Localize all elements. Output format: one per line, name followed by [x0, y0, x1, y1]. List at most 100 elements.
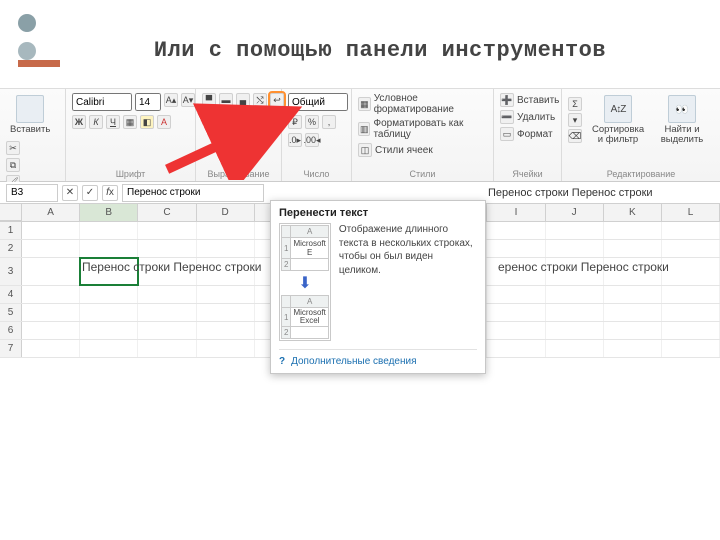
italic-button[interactable]: К — [89, 115, 103, 129]
fill-color-button[interactable]: ◧ — [140, 115, 154, 129]
col-header-J[interactable]: J — [546, 204, 604, 221]
align-right-icon[interactable]: ≡ — [236, 111, 250, 125]
cell-K6[interactable] — [604, 322, 662, 339]
align-middle-icon[interactable]: ▬ — [219, 93, 233, 107]
insert-cells-button[interactable]: ➕Вставить — [500, 93, 559, 107]
cell-J1[interactable] — [546, 222, 604, 239]
align-top-icon[interactable]: ▀ — [202, 93, 216, 107]
cell-I6[interactable] — [487, 322, 545, 339]
cell-D4[interactable] — [197, 286, 255, 303]
cell-B4[interactable] — [80, 286, 138, 303]
orientation-icon[interactable]: ⤭ — [253, 93, 267, 107]
cell-D6[interactable] — [197, 322, 255, 339]
cell-L1[interactable] — [662, 222, 720, 239]
border-button[interactable]: ▦ — [123, 115, 137, 129]
row-header-5[interactable]: 5 — [0, 304, 22, 321]
cell-J5[interactable] — [546, 304, 604, 321]
cell-A6[interactable] — [22, 322, 80, 339]
col-header-B[interactable]: B — [80, 204, 138, 221]
copy-icon[interactable]: ⧉ — [6, 158, 20, 172]
cell-A3[interactable] — [22, 258, 80, 285]
cell-L3[interactable] — [662, 258, 720, 285]
cell-B6[interactable] — [80, 322, 138, 339]
cell-I1[interactable] — [487, 222, 545, 239]
cell-C6[interactable] — [138, 322, 196, 339]
col-header-L[interactable]: L — [662, 204, 720, 221]
number-format-select[interactable] — [288, 93, 348, 111]
row-header-7[interactable]: 7 — [0, 340, 22, 357]
cell-B2[interactable] — [80, 240, 138, 257]
col-header-K[interactable]: K — [604, 204, 662, 221]
cell-I7[interactable] — [487, 340, 545, 357]
cell-D1[interactable] — [197, 222, 255, 239]
cell-J4[interactable] — [546, 286, 604, 303]
cell-D5[interactable] — [197, 304, 255, 321]
cell-styles-button[interactable]: ◫Стили ячеек — [358, 143, 433, 157]
name-box[interactable] — [6, 184, 58, 202]
decrease-font-icon[interactable]: A▾ — [181, 93, 195, 107]
align-bottom-icon[interactable]: ▄ — [236, 93, 250, 107]
inc-decimal-icon[interactable]: .0▸ — [288, 133, 302, 147]
bold-button[interactable]: Ж — [72, 115, 86, 129]
font-size-input[interactable] — [135, 93, 161, 111]
cell-L6[interactable] — [662, 322, 720, 339]
cell-L5[interactable] — [662, 304, 720, 321]
delete-cells-button[interactable]: ➖Удалить — [500, 110, 555, 124]
col-header-D[interactable]: D — [197, 204, 255, 221]
paste-button[interactable]: Вставить — [6, 93, 54, 137]
cell-L2[interactable] — [662, 240, 720, 257]
confirm-entry-button[interactable]: ✓ — [82, 185, 98, 201]
cell-C2[interactable] — [138, 240, 196, 257]
cell-D7[interactable] — [197, 340, 255, 357]
cell-C4[interactable] — [138, 286, 196, 303]
cell-K1[interactable] — [604, 222, 662, 239]
cell-B1[interactable] — [80, 222, 138, 239]
fill-icon[interactable]: ▾ — [568, 113, 582, 127]
cancel-entry-button[interactable]: ✕ — [62, 185, 78, 201]
cell-A7[interactable] — [22, 340, 80, 357]
comma-icon[interactable]: , — [322, 115, 336, 129]
cell-A4[interactable] — [22, 286, 80, 303]
cell-K4[interactable] — [604, 286, 662, 303]
dec-decimal-icon[interactable]: .00◂ — [305, 133, 319, 147]
select-all-corner[interactable] — [0, 204, 22, 221]
cut-icon[interactable]: ✂ — [6, 141, 20, 155]
cell-C1[interactable] — [138, 222, 196, 239]
cell-A1[interactable] — [22, 222, 80, 239]
cell-I2[interactable] — [487, 240, 545, 257]
cell-C7[interactable] — [138, 340, 196, 357]
cell-K2[interactable] — [604, 240, 662, 257]
font-name-input[interactable] — [72, 93, 132, 111]
cell-K7[interactable] — [604, 340, 662, 357]
cell-K5[interactable] — [604, 304, 662, 321]
cell-A5[interactable] — [22, 304, 80, 321]
format-cells-button[interactable]: ▭Формат — [500, 127, 553, 141]
col-header-I[interactable]: I — [487, 204, 545, 221]
tooltip-more-link[interactable]: ? Дополнительные сведения — [279, 349, 477, 367]
decrease-indent-icon[interactable]: ⇤ — [253, 111, 267, 125]
sort-filter-button[interactable]: A↕Z Сортировка и фильтр — [588, 93, 648, 148]
cell-C5[interactable] — [138, 304, 196, 321]
percent-icon[interactable]: % — [305, 115, 319, 129]
formula-input[interactable] — [122, 184, 264, 202]
row-header-2[interactable]: 2 — [0, 240, 22, 257]
font-color-button[interactable]: A — [157, 115, 171, 129]
cell-L4[interactable] — [662, 286, 720, 303]
row-header-3[interactable]: 3 — [0, 258, 22, 285]
cell-D2[interactable] — [197, 240, 255, 257]
autosum-icon[interactable]: Σ — [568, 97, 582, 111]
insert-function-button[interactable]: fx — [102, 185, 118, 201]
row-header-4[interactable]: 4 — [0, 286, 22, 303]
cell-B7[interactable] — [80, 340, 138, 357]
cell-L7[interactable] — [662, 340, 720, 357]
col-header-A[interactable]: A — [22, 204, 80, 221]
conditional-formatting-button[interactable]: ▦Условное форматирование — [358, 93, 487, 115]
increase-font-icon[interactable]: A▴ — [164, 93, 178, 107]
clear-icon[interactable]: ⌫ — [568, 129, 582, 143]
format-as-table-button[interactable]: ▥Форматировать как таблицу — [358, 118, 487, 140]
align-left-icon[interactable]: ≡ — [202, 111, 216, 125]
row-header-1[interactable]: 1 — [0, 222, 22, 239]
currency-icon[interactable]: ₽ — [288, 115, 302, 129]
cell-J7[interactable] — [546, 340, 604, 357]
find-select-button[interactable]: 👀 Найти и выделить — [654, 93, 710, 148]
